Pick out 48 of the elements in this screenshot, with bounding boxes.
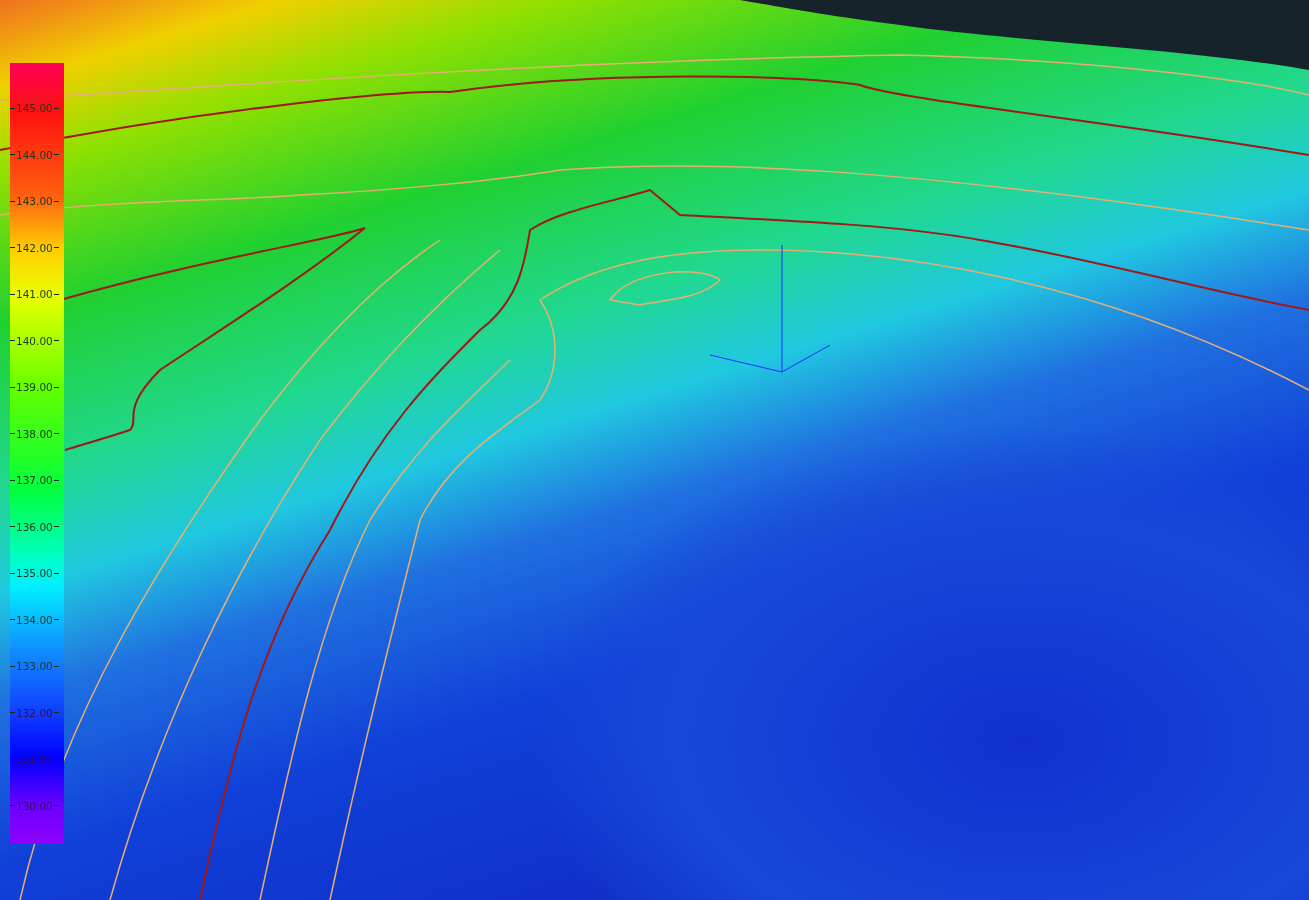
tick-mark [10,665,15,667]
scale-label: 137.00 [15,473,54,487]
scale-label: 145.00 [15,101,54,115]
scale-label: 135.00 [15,566,54,580]
scale-label: 140.00 [15,333,54,348]
tick-mark [53,805,59,806]
scale-label: 141.00 [15,287,54,301]
scale-label: 130.00 [15,798,54,813]
tick-mark [10,712,15,713]
scale-label: 133.00 [15,659,54,673]
tick-mark [10,107,15,109]
tick-mark [53,572,59,574]
scale-label: 138.00 [15,426,54,441]
tick-mark [53,154,59,155]
scale-label: 143.00 [15,194,54,208]
tick-mark [10,433,15,434]
scale-label: 134.00 [15,612,54,627]
tick-mark [10,805,15,806]
tick-mark [53,712,59,713]
tick-mark [53,340,59,341]
tick-mark [53,758,59,760]
tick-mark [10,154,15,155]
scale-label: 132.00 [15,705,54,720]
tick-mark [53,200,59,202]
tick-mark [10,340,15,341]
scale-label: 131.00 [15,752,54,766]
tick-mark [53,247,59,248]
tick-mark [10,247,15,248]
tick-mark [10,200,15,202]
scale-label: 142.00 [15,240,54,255]
tick-mark [53,386,59,388]
scale-label: 144.00 [15,147,54,162]
tick-mark [53,619,59,620]
tick-mark [53,479,59,481]
tick-mark [53,433,59,434]
tick-mark [10,572,15,574]
tick-mark [10,293,15,295]
tick-mark [53,665,59,667]
scale-label: 139.00 [15,380,54,394]
tick-mark [10,526,15,527]
tick-mark [10,619,15,620]
tick-mark [53,293,59,295]
tick-mark [53,526,59,527]
scale-label: 136.00 [15,519,54,534]
tick-mark [10,758,15,760]
tick-mark [10,386,15,388]
tick-mark [53,107,59,109]
tick-mark [10,479,15,481]
